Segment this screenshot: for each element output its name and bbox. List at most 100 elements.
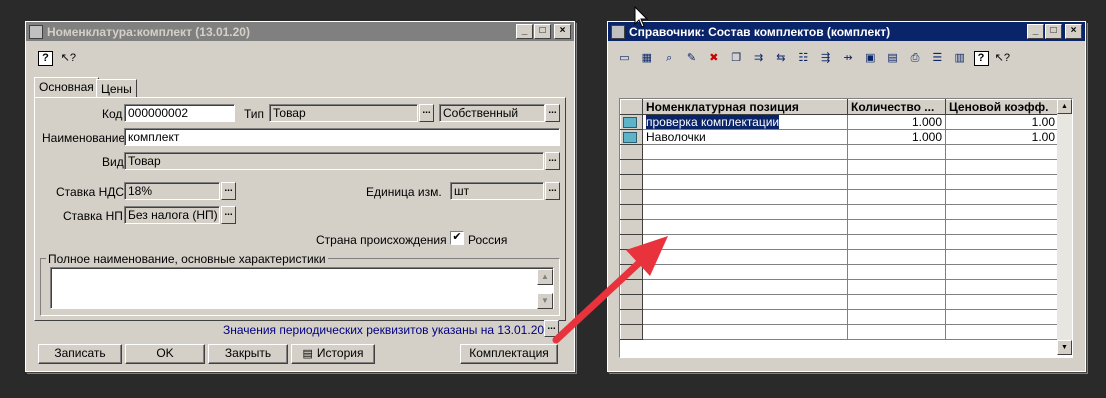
cell-item[interactable] <box>642 294 848 310</box>
close-form-button[interactable]: Закрыть <box>208 344 288 364</box>
name-field[interactable]: комплект <box>124 128 560 146</box>
cell-qty[interactable] <box>847 279 946 295</box>
cell-qty[interactable] <box>847 264 946 280</box>
cell-item[interactable] <box>642 189 848 205</box>
np-field[interactable]: Без налога (НП) <box>124 206 220 224</box>
cell-coef[interactable] <box>945 264 1059 280</box>
cell-coef[interactable] <box>945 279 1059 295</box>
table-row[interactable] <box>620 264 1059 280</box>
cell-item[interactable] <box>642 204 848 220</box>
table-row[interactable]: Наволочки 1.000 1.00 <box>620 129 1059 145</box>
kit-button[interactable]: Комплектация <box>460 344 558 364</box>
col-header-qty[interactable]: Количество ... <box>847 99 946 115</box>
tree-icon[interactable]: ☰ <box>929 50 946 67</box>
ok-button[interactable]: OK <box>125 344 205 364</box>
cell-coef[interactable]: 1.00 <box>945 114 1059 130</box>
table-row[interactable] <box>620 189 1059 205</box>
cell-qty[interactable] <box>847 219 946 235</box>
row-indicator[interactable] <box>620 279 643 295</box>
row-indicator[interactable] <box>620 249 643 265</box>
row-indicator[interactable] <box>620 189 643 205</box>
cell-coef[interactable] <box>945 324 1059 340</box>
cell-item[interactable] <box>642 279 848 295</box>
cell-qty[interactable] <box>847 174 946 190</box>
minimize-button[interactable]: _ <box>1027 24 1044 39</box>
close-button[interactable]: × <box>1065 24 1082 39</box>
help-icon[interactable]: ? <box>973 51 989 66</box>
move-to-group-icon[interactable]: ⇆ <box>772 50 789 67</box>
cell-coef[interactable] <box>945 144 1059 160</box>
cell-qty[interactable] <box>847 189 946 205</box>
table-row[interactable] <box>620 234 1059 250</box>
row-indicator[interactable] <box>620 204 643 220</box>
type-field[interactable]: Товар <box>269 104 418 122</box>
cell-qty[interactable] <box>847 309 946 325</box>
cell-item[interactable] <box>642 144 848 160</box>
np-select-button[interactable]: ... <box>221 206 236 224</box>
cell-qty[interactable] <box>847 324 946 340</box>
vat-field[interactable]: 18% <box>124 182 220 200</box>
vertical-scrollbar[interactable]: ▲ ▼ <box>1057 99 1072 355</box>
kind-field[interactable]: Товар <box>124 152 544 170</box>
kit-composition-titlebar[interactable]: Справочник: Состав комплектов (комплект)… <box>608 22 1085 41</box>
cell-qty[interactable] <box>847 234 946 250</box>
table-row[interactable] <box>620 159 1059 175</box>
table-row[interactable] <box>620 204 1059 220</box>
full-name-textarea[interactable] <box>50 267 554 309</box>
cell-qty[interactable]: 1.000 <box>847 129 946 145</box>
row-indicator[interactable] <box>620 324 643 340</box>
scroll-down-button[interactable]: ▼ <box>1057 340 1072 355</box>
row-indicator[interactable] <box>620 294 643 310</box>
minimize-button[interactable]: _ <box>516 24 533 39</box>
clipboard-icon[interactable]: ▣ <box>862 50 879 67</box>
cell-item[interactable] <box>642 324 848 340</box>
edit-icon[interactable]: ✎ <box>683 50 700 67</box>
tab-prices[interactable]: Цены <box>96 79 137 98</box>
table-row[interactable] <box>620 219 1059 235</box>
row-indicator[interactable] <box>620 219 643 235</box>
cell-coef[interactable] <box>945 159 1059 175</box>
col-header-coef[interactable]: Ценовой коэфф. <box>945 99 1059 115</box>
cell-coef[interactable] <box>945 189 1059 205</box>
cell-qty[interactable] <box>847 159 946 175</box>
cell-item[interactable] <box>642 159 848 175</box>
cell-coef[interactable] <box>945 249 1059 265</box>
hierarchy-icon[interactable]: ☷ <box>795 50 812 67</box>
cell-coef[interactable] <box>945 309 1059 325</box>
cell-qty[interactable] <box>847 144 946 160</box>
table-row[interactable] <box>620 294 1059 310</box>
table-row[interactable] <box>620 309 1059 325</box>
new-icon[interactable]: ▭ <box>616 50 633 67</box>
cell-coef[interactable] <box>945 219 1059 235</box>
cell-item[interactable] <box>642 264 848 280</box>
cell-item[interactable] <box>642 234 848 250</box>
list-icon[interactable]: ▥ <box>951 50 968 67</box>
cell-coef[interactable] <box>945 204 1059 220</box>
cell-coef[interactable] <box>945 294 1059 310</box>
delete-icon[interactable]: ✖ <box>705 50 722 67</box>
ownership-field[interactable]: Собственный <box>439 104 545 122</box>
tab-main[interactable]: Основная <box>34 77 99 98</box>
col-header-item[interactable]: Номенклатурная позиция <box>642 99 848 115</box>
row-indicator[interactable] <box>620 234 643 250</box>
context-help-icon[interactable]: ↖? <box>994 50 1011 67</box>
cell-item[interactable] <box>642 249 848 265</box>
cell-item[interactable]: проверка комплектации <box>642 114 848 130</box>
row-indicator[interactable] <box>620 309 643 325</box>
cell-item[interactable] <box>642 309 848 325</box>
print-icon[interactable]: ⎙ <box>906 50 923 67</box>
scroll-up-button[interactable]: ▲ <box>1057 99 1072 114</box>
row-indicator[interactable] <box>620 114 643 130</box>
cell-qty[interactable] <box>847 294 946 310</box>
scroll-up-button[interactable]: ▲ <box>537 269 553 285</box>
cell-coef[interactable]: 1.00 <box>945 129 1059 145</box>
copy-icon[interactable]: ❐ <box>728 50 745 67</box>
history-button[interactable]: ▤ История <box>291 344 375 364</box>
unit-select-button[interactable]: ... <box>545 182 560 200</box>
row-indicator[interactable] <box>620 159 643 175</box>
cell-item[interactable] <box>642 219 848 235</box>
save-button[interactable]: Записать <box>38 344 122 364</box>
close-button[interactable]: × <box>554 24 571 39</box>
periodic-button[interactable]: ... <box>544 320 559 337</box>
cell-item[interactable] <box>642 174 848 190</box>
